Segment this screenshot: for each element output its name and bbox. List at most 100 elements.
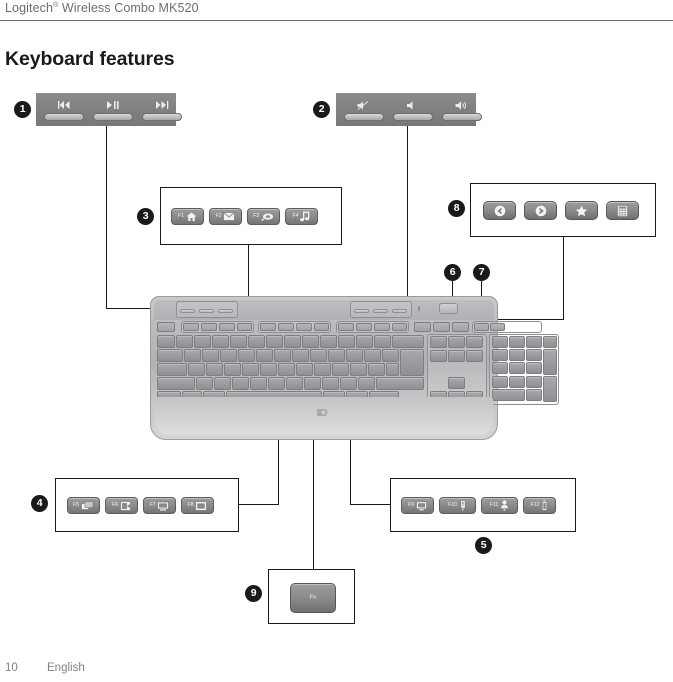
keyboard-key[interactable]	[368, 363, 385, 376]
keyboard-key[interactable]	[242, 363, 259, 376]
keyboard-tab-key[interactable]	[157, 349, 183, 362]
keyboard-pause-key[interactable]	[452, 322, 469, 332]
keyboard-volume-down-key[interactable]	[373, 309, 388, 313]
keyboard-key[interactable]	[382, 349, 399, 362]
keyboard-f6-key[interactable]	[278, 323, 294, 331]
keyboard-key[interactable]	[346, 349, 363, 362]
volume-up-key[interactable]	[442, 99, 482, 121]
keyboard-key[interactable]	[292, 349, 309, 362]
favorites-key[interactable]	[565, 201, 598, 220]
keyboard-key[interactable]	[328, 349, 345, 362]
keyboard-end-key[interactable]	[448, 350, 465, 362]
keyboard-key[interactable]	[188, 363, 205, 376]
keyboard-key[interactable]	[322, 377, 339, 390]
f10-document-key[interactable]: F10	[439, 497, 476, 514]
keyboard-arrow-up-key[interactable]	[448, 377, 465, 389]
keyboard-key[interactable]	[224, 363, 241, 376]
keyboard-numpad-9-key[interactable]	[526, 349, 542, 361]
keyboard-f2-key[interactable]	[201, 323, 217, 331]
keyboard-play-key[interactable]	[199, 309, 214, 313]
f12-battery-key[interactable]: F12	[523, 497, 556, 514]
keyboard-backspace-key[interactable]	[392, 335, 424, 348]
keyboard-f7-key[interactable]	[296, 323, 312, 331]
keyboard-key[interactable]	[356, 335, 373, 348]
keyboard-f5-key[interactable]	[260, 323, 276, 331]
keyboard-key[interactable]	[268, 377, 285, 390]
keyboard-numpad-6-key[interactable]	[526, 362, 542, 374]
keyboard-f8-key[interactable]	[314, 323, 329, 331]
keyboard-numpad-3-key[interactable]	[526, 376, 542, 388]
keyboard-forward-key[interactable]	[490, 323, 505, 331]
f8-window-key[interactable]: F8	[181, 497, 214, 514]
keyboard-home-key[interactable]	[448, 336, 465, 348]
keyboard-key[interactable]	[214, 377, 231, 390]
f5-switch-window-key[interactable]: F5	[67, 497, 100, 514]
previous-track-key[interactable]	[44, 99, 84, 121]
keyboard-numpad-5-key[interactable]	[509, 362, 525, 374]
keyboard-key[interactable]	[232, 377, 249, 390]
keyboard-key[interactable]	[374, 335, 391, 348]
keyboard-numpad-4-key[interactable]	[492, 362, 508, 374]
keyboard-key[interactable]	[196, 377, 213, 390]
keyboard-key[interactable]	[250, 377, 267, 390]
keyboard-f4-key[interactable]	[237, 323, 252, 331]
mute-key[interactable]	[344, 99, 384, 121]
keyboard-key[interactable]	[260, 363, 277, 376]
keyboard-key[interactable]	[358, 377, 375, 390]
keyboard-key[interactable]	[338, 335, 355, 348]
keyboard-key[interactable]	[350, 363, 367, 376]
keyboard-key[interactable]	[340, 377, 357, 390]
keyboard-key[interactable]	[238, 349, 255, 362]
play-pause-key[interactable]	[93, 99, 133, 121]
keyboard-next-key[interactable]	[218, 309, 233, 313]
keyboard-f3-key[interactable]	[219, 323, 235, 331]
keyboard-f11-key[interactable]	[374, 323, 390, 331]
keyboard-volume-up-key[interactable]	[392, 309, 407, 313]
keyboard-numpad-0-key[interactable]	[492, 389, 525, 401]
keyboard-key[interactable]	[332, 363, 349, 376]
f4-music-key[interactable]: F4	[285, 208, 318, 225]
keyboard-numpad-2-key[interactable]	[509, 376, 525, 388]
f7-display-key[interactable]: F7	[143, 497, 176, 514]
fn-key[interactable]: Fn	[290, 583, 336, 613]
keyboard-escape-key[interactable]	[157, 322, 175, 332]
keyboard-key[interactable]	[284, 335, 301, 348]
forward-key[interactable]	[524, 201, 557, 220]
back-key[interactable]	[483, 201, 516, 220]
keyboard-previous-key[interactable]	[180, 309, 195, 313]
keyboard-key[interactable]	[304, 377, 321, 390]
keyboard-numpad-enter-key[interactable]	[543, 376, 557, 402]
keyboard-numpad-multiply-key[interactable]	[526, 336, 542, 348]
keyboard-key[interactable]	[194, 335, 211, 348]
keyboard-key[interactable]	[157, 335, 175, 348]
f3-search-key[interactable]: F3	[247, 208, 280, 225]
keyboard-key[interactable]	[302, 335, 319, 348]
keyboard-scrolllock-key[interactable]	[433, 322, 450, 332]
keyboard-f10-key[interactable]	[356, 323, 372, 331]
keyboard-key[interactable]	[212, 335, 229, 348]
f11-user-key[interactable]: F11	[481, 497, 518, 514]
keyboard-rightshift-key[interactable]	[376, 377, 424, 390]
keyboard-mute-key[interactable]	[354, 309, 369, 313]
keyboard-numlock-key[interactable]	[492, 336, 508, 348]
keyboard-key[interactable]	[296, 363, 313, 376]
keyboard-key[interactable]	[202, 349, 219, 362]
keyboard-key[interactable]	[266, 335, 283, 348]
keyboard-numpad-divide-key[interactable]	[509, 336, 525, 348]
keyboard-key[interactable]	[184, 349, 201, 362]
keyboard-key[interactable]	[206, 363, 223, 376]
keyboard-numpad-minus-key[interactable]	[543, 336, 557, 348]
keyboard-numpad-7-key[interactable]	[492, 349, 508, 361]
keyboard-key[interactable]	[230, 335, 247, 348]
f1-home-key[interactable]: F1	[171, 208, 204, 225]
keyboard-numpad-decimal-key[interactable]	[526, 389, 542, 401]
keyboard-key[interactable]	[176, 335, 193, 348]
keyboard-key[interactable]	[314, 363, 331, 376]
keyboard-delete-key[interactable]	[430, 350, 447, 362]
keyboard-f12-key[interactable]	[392, 323, 407, 331]
keyboard-key[interactable]	[256, 349, 273, 362]
f2-mail-key[interactable]: F2	[209, 208, 242, 225]
keyboard-key[interactable]	[278, 363, 295, 376]
keyboard-capslock-key[interactable]	[157, 363, 187, 376]
keyboard-back-key[interactable]	[474, 323, 489, 331]
